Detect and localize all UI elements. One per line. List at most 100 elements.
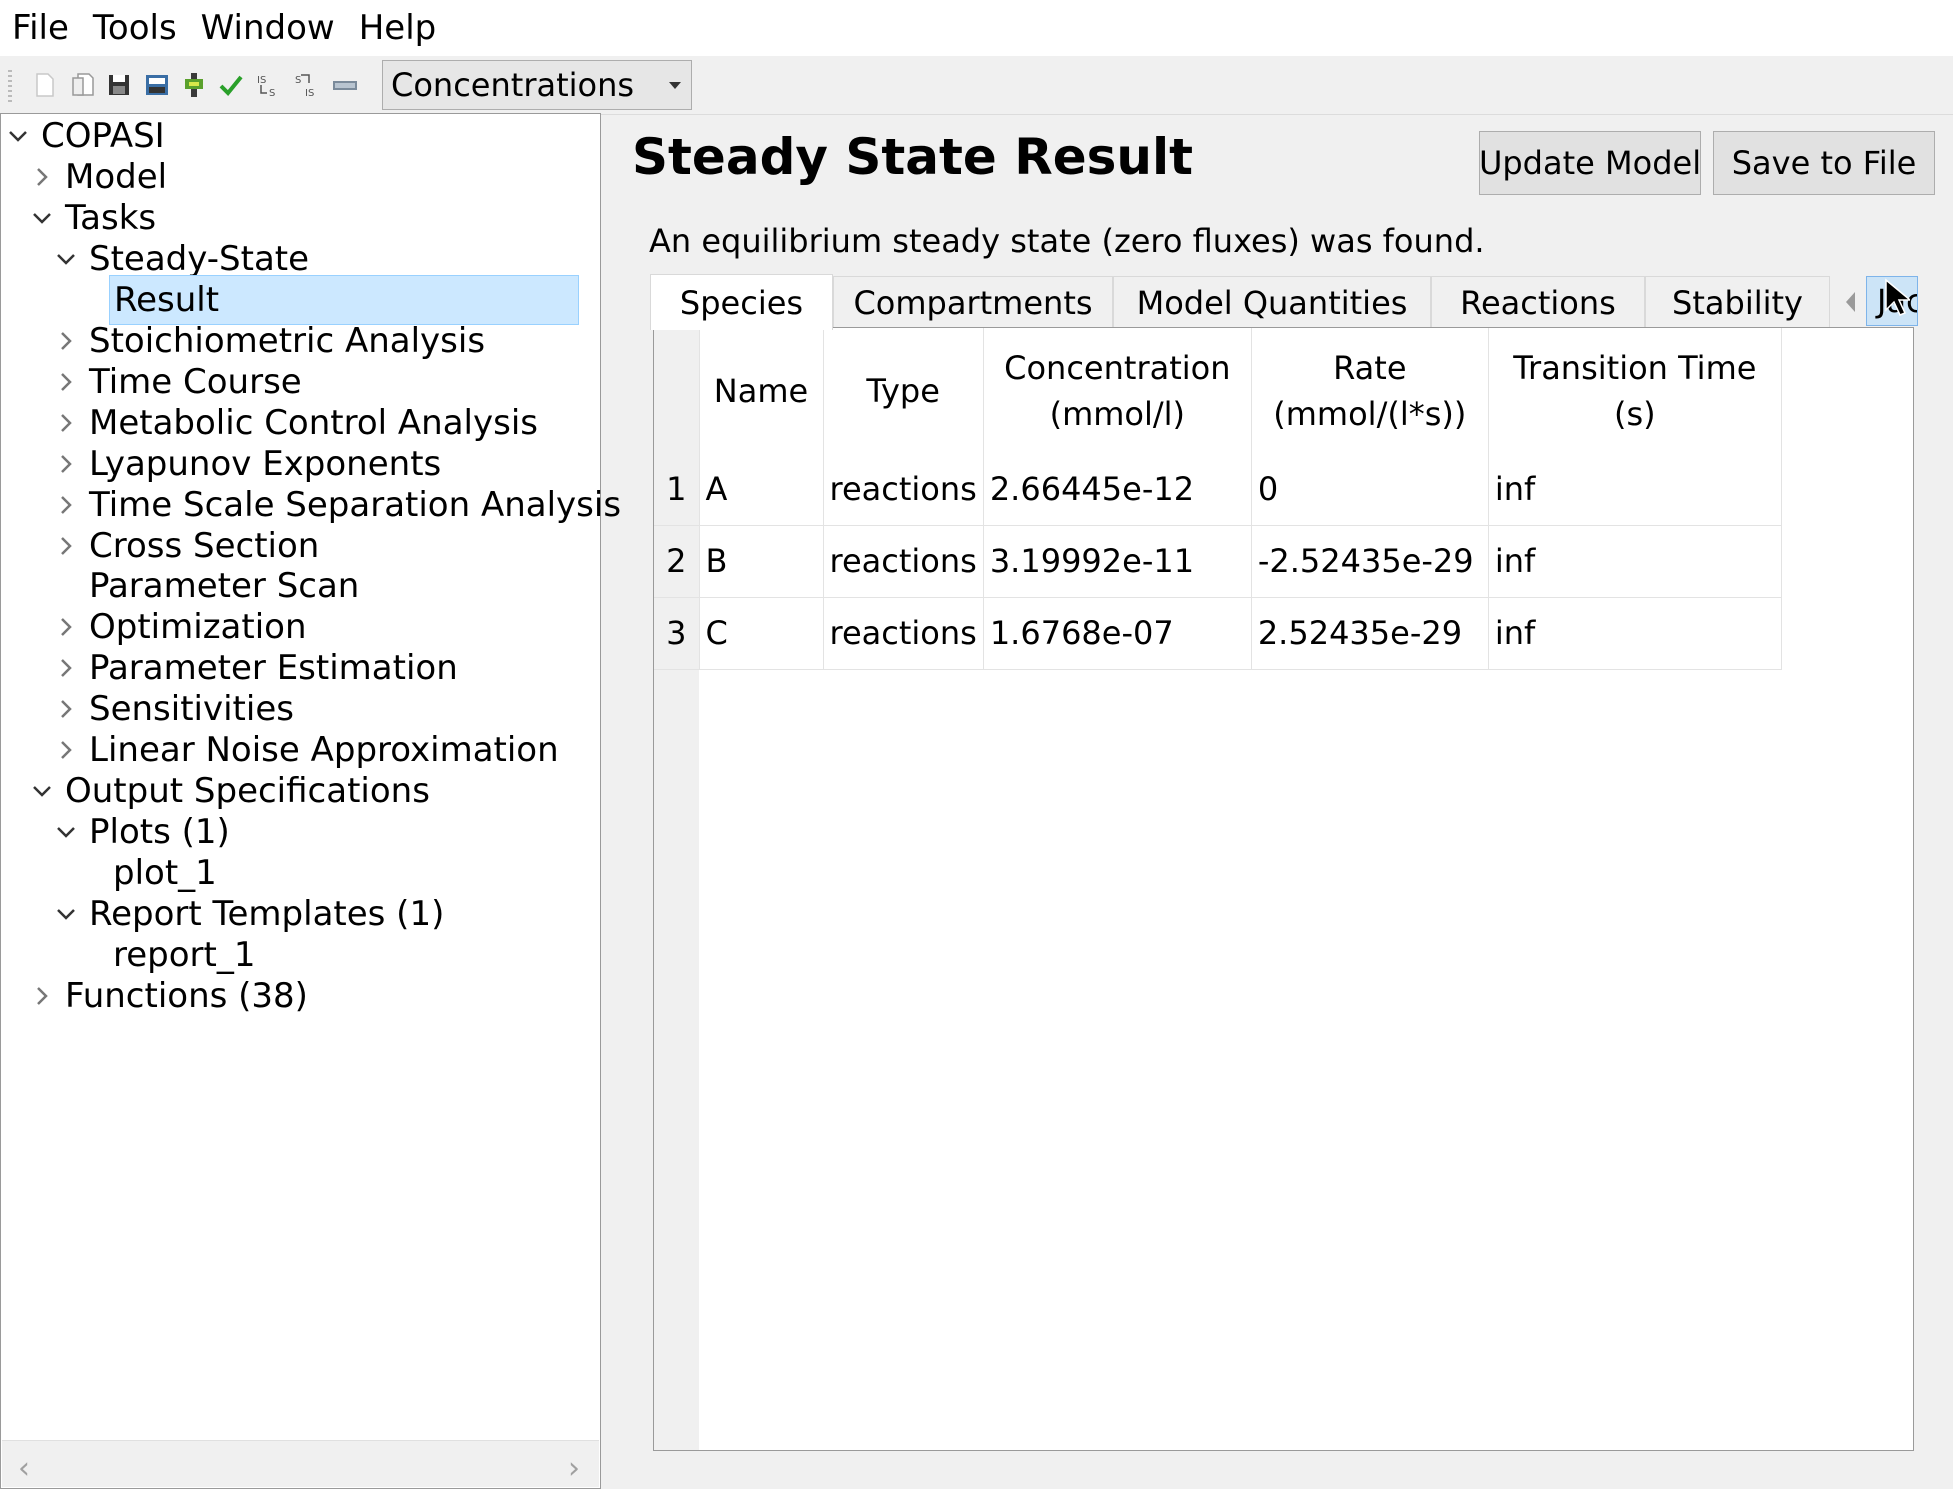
chevron-down-icon[interactable] <box>53 901 79 927</box>
chevron-down-icon[interactable] <box>29 205 55 231</box>
cell-transition-time[interactable]: inf <box>1488 597 1782 670</box>
navigation-tree[interactable]: COPASI Model Tasks Steady-State Result Stoich… <box>0 113 621 1489</box>
chevron-down-icon <box>669 81 681 89</box>
table-row[interactable]: 2 B reactions 3.19992e-11 -2.52435e-29 i… <box>654 525 1782 598</box>
cell-concentration[interactable]: 2.66445e-12 <box>983 453 1252 526</box>
tab-scroll-left-icon[interactable] <box>1838 282 1864 322</box>
cell-name[interactable]: A <box>699 453 824 526</box>
save-icon[interactable] <box>104 70 134 100</box>
new-file-icon[interactable] <box>30 70 60 100</box>
table-row[interactable]: 1 A reactions 2.66445e-12 0 inf <box>654 453 1782 526</box>
column-header-line1: Name <box>713 371 809 410</box>
chevron-right-icon[interactable] <box>53 737 79 763</box>
menu-tools[interactable]: Tools <box>81 0 189 56</box>
column-header-line2: (mmol/l) <box>1049 394 1186 433</box>
chevron-down-icon[interactable] <box>29 778 55 804</box>
row-number[interactable]: 3 <box>654 597 700 670</box>
unit-type-select[interactable]: Concentrations <box>382 60 692 110</box>
unit-type-select-value: Concentrations <box>391 66 635 104</box>
tree-item-functions-38[interactable]: Functions (38) <box>29 972 312 1020</box>
cell-rate[interactable]: 0 <box>1251 453 1489 526</box>
svg-text:IS: IS <box>305 88 314 99</box>
chevron-right-icon[interactable] <box>29 983 55 1009</box>
horizontal-scrollbar[interactable]: ‹ › <box>2 1440 599 1487</box>
tab-stability[interactable]: Stability <box>1645 276 1830 328</box>
apply-icon[interactable] <box>216 70 246 100</box>
menu-help[interactable]: Help <box>347 0 449 56</box>
chevron-right-icon[interactable] <box>53 451 79 477</box>
cell-type[interactable]: reactions <box>823 453 984 526</box>
species-table-frame[interactable]: Name Type Concentration (mmol/l) Rate (m… <box>653 327 1914 1451</box>
update-model-button[interactable]: Update Model <box>1479 131 1701 195</box>
mouse-cursor-icon <box>1885 278 1910 316</box>
scroll-left-icon[interactable]: ‹ <box>18 1451 30 1486</box>
column-header-transition-time[interactable]: Transition Time (s) <box>1488 328 1782 453</box>
table-row[interactable]: 3 C reactions 1.6768e-07 2.52435e-29 inf <box>654 597 1782 670</box>
page-title: Steady State Result <box>632 128 1194 186</box>
column-header-line1: Type <box>866 371 940 410</box>
tab-species[interactable]: Species <box>650 274 833 330</box>
column-header-concentration[interactable]: Concentration (mmol/l) <box>983 328 1252 453</box>
column-header-rate[interactable]: Rate (mmol/(l*s)) <box>1251 328 1489 453</box>
column-header-type[interactable]: Type <box>823 328 984 453</box>
column-header-line1: Rate <box>1333 348 1407 387</box>
save-as-icon[interactable] <box>142 70 172 100</box>
tree-item-label: Functions (38) <box>65 975 308 1016</box>
table-corner[interactable] <box>654 328 700 453</box>
cell-type[interactable]: reactions <box>823 597 984 670</box>
chevron-down-icon[interactable] <box>53 819 79 845</box>
cell-transition-time[interactable]: inf <box>1488 453 1782 526</box>
tab-model-quantities[interactable]: Model Quantities <box>1113 276 1431 328</box>
column-header-name[interactable]: Name <box>699 328 824 453</box>
cell-transition-time[interactable]: inf <box>1488 525 1782 598</box>
chevron-right-icon[interactable] <box>53 410 79 436</box>
menu-window[interactable]: Window <box>189 0 347 56</box>
cell-rate[interactable]: 2.52435e-29 <box>1251 597 1489 670</box>
column-header-line2: (mmol/(l*s)) <box>1273 394 1467 433</box>
result-status-text: An equilibrium steady state (zero fluxes… <box>649 222 1485 260</box>
chevron-right-icon[interactable] <box>53 696 79 722</box>
chevron-right-icon[interactable] <box>29 164 55 190</box>
chevron-right-icon[interactable] <box>53 655 79 681</box>
svg-text:S: S <box>295 75 301 86</box>
convert-to-irreversible-icon[interactable]: IS S <box>254 70 284 100</box>
menu-file[interactable]: File <box>0 0 81 56</box>
cell-concentration[interactable]: 1.6768e-07 <box>983 597 1252 670</box>
chevron-right-icon[interactable] <box>53 492 79 518</box>
cell-concentration[interactable]: 3.19992e-11 <box>983 525 1252 598</box>
svg-text:IS: IS <box>257 75 266 86</box>
chevron-down-icon[interactable] <box>53 246 79 272</box>
slider-icon[interactable] <box>330 70 360 100</box>
chevron-right-icon[interactable] <box>53 369 79 395</box>
row-number[interactable]: 1 <box>654 453 700 526</box>
cell-name[interactable]: B <box>699 525 824 598</box>
chevron-down-icon[interactable] <box>5 123 31 149</box>
row-number[interactable]: 2 <box>654 525 700 598</box>
scroll-right-icon[interactable]: › <box>568 1451 580 1486</box>
column-header-line2: (s) <box>1613 394 1656 433</box>
cell-name[interactable]: C <box>699 597 824 670</box>
cell-rate[interactable]: -2.52435e-29 <box>1251 525 1489 598</box>
check-model-icon[interactable] <box>179 70 209 100</box>
species-table: Name Type Concentration (mmol/l) Rate (m… <box>654 328 1782 670</box>
result-tabs: Species Compartments Model Quantities Re… <box>650 274 1920 330</box>
column-header-line1: Concentration <box>1004 348 1231 387</box>
convert-to-reversible-icon[interactable]: S IS <box>292 70 322 100</box>
toolbar-grip[interactable] <box>8 70 12 102</box>
tab-compartments[interactable]: Compartments <box>833 276 1113 328</box>
toolbar: IS S S IS Concentrations <box>0 56 1953 115</box>
open-file-icon[interactable] <box>68 70 98 100</box>
svg-text:S: S <box>269 88 275 99</box>
menu-bar: File Tools Window Help <box>0 0 1953 56</box>
chevron-right-icon[interactable] <box>53 328 79 354</box>
save-to-file-button[interactable]: Save to File <box>1713 131 1935 195</box>
cell-type[interactable]: reactions <box>823 525 984 598</box>
chevron-right-icon[interactable] <box>53 614 79 640</box>
column-header-line1: Transition Time <box>1513 348 1757 387</box>
chevron-right-icon[interactable] <box>53 533 79 559</box>
tab-reactions[interactable]: Reactions <box>1431 276 1645 328</box>
